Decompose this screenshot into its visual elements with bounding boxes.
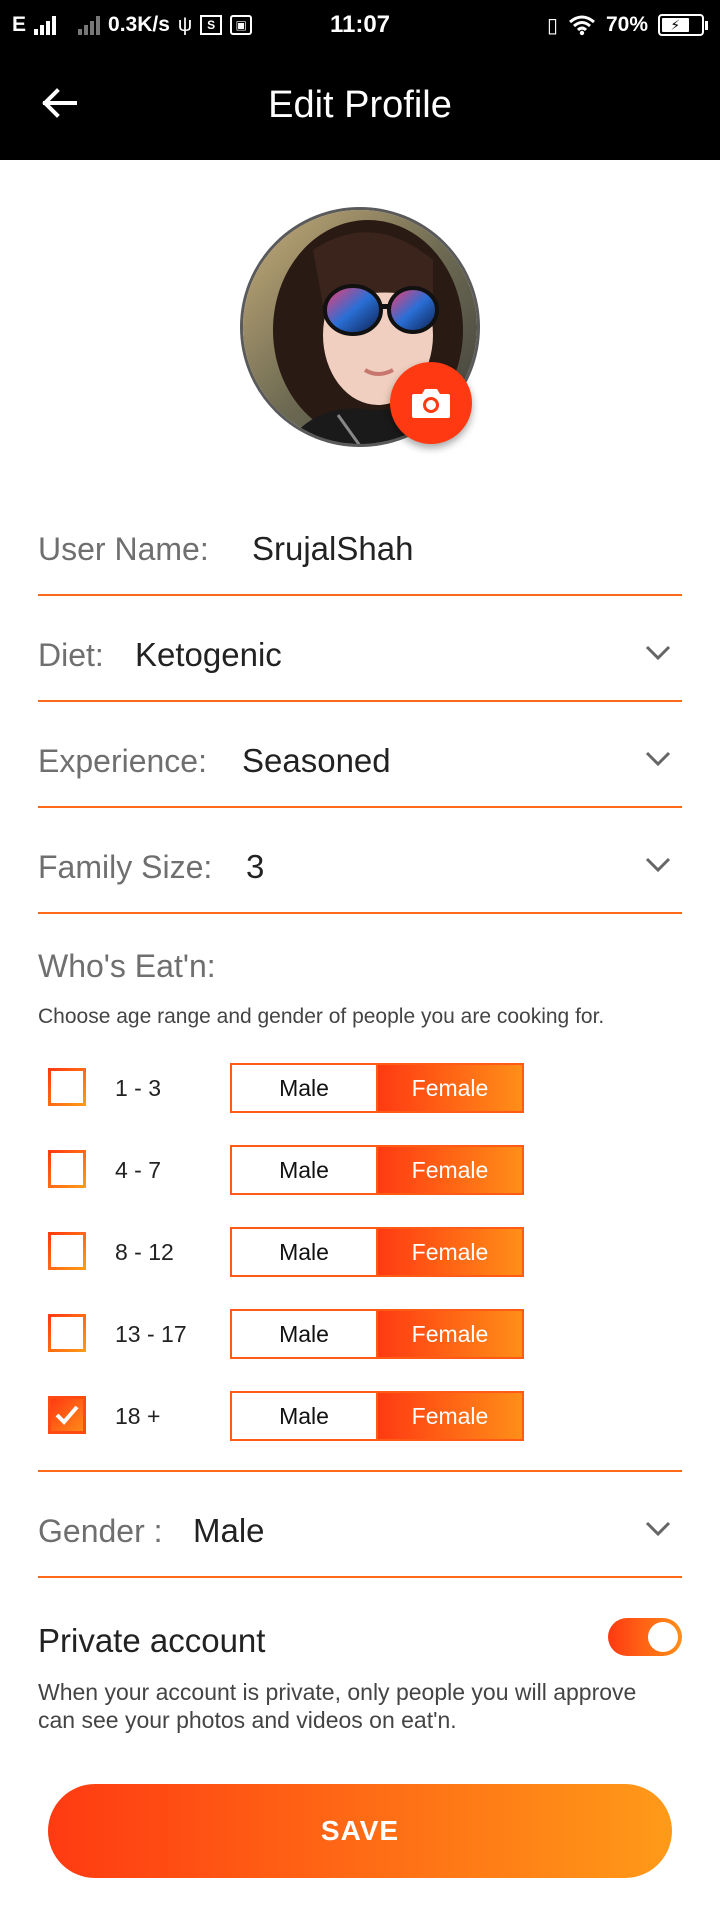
save-button[interactable]: SAVE <box>48 1784 672 1878</box>
age-row-18-plus: 18 + Male Female <box>38 1391 682 1443</box>
sim-icon: S <box>200 15 223 35</box>
age-checkbox[interactable] <box>48 1314 86 1352</box>
chevron-down-icon[interactable] <box>644 644 672 662</box>
usb-icon: ψ <box>177 13 193 36</box>
diet-select[interactable]: Diet: Ketogenic <box>38 596 682 702</box>
age-row-13-17: 13 - 17 Male Female <box>38 1309 682 1361</box>
private-account-toggle[interactable] <box>608 1618 682 1656</box>
page-title: Edit Profile <box>268 84 452 126</box>
female-option[interactable]: Female <box>376 1147 522 1193</box>
username-input[interactable]: SrujalShah <box>252 530 413 568</box>
toggle-knob <box>648 1622 678 1652</box>
female-option[interactable]: Female <box>376 1393 522 1439</box>
diet-label: Diet: <box>38 637 104 673</box>
male-option[interactable]: Male <box>232 1147 376 1193</box>
status-bar: E 0.3K/s ψ S ▣ 11:07 ▯ 70% ⚡ <box>0 0 720 50</box>
family-size-label: Family Size: <box>38 849 213 885</box>
age-checkbox[interactable] <box>48 1068 86 1106</box>
notification-icon: ▣ <box>230 15 253 35</box>
app-bar: Edit Profile <box>0 50 720 160</box>
battery-percent: 70% <box>605 13 648 36</box>
profile-photo-area <box>240 207 480 447</box>
diet-value[interactable]: Ketogenic <box>135 636 282 674</box>
chevron-down-icon[interactable] <box>644 856 672 874</box>
chevron-down-icon[interactable] <box>644 1520 672 1538</box>
age-range-label: 8 - 12 <box>115 1239 174 1265</box>
wifi-icon <box>569 15 595 36</box>
age-row-8-12: 8 - 12 Male Female <box>38 1227 682 1279</box>
chevron-down-icon[interactable] <box>644 750 672 768</box>
age-range-label: 13 - 17 <box>115 1321 187 1347</box>
age-row-1-3: 1 - 3 Male Female <box>38 1063 682 1115</box>
age-range-label: 18 + <box>115 1403 161 1429</box>
whos-eatn-title: Who's Eat'n: <box>38 948 216 984</box>
signal-icon <box>34 15 57 35</box>
male-option[interactable]: Male <box>232 1065 376 1111</box>
female-option[interactable]: Female <box>376 1229 522 1275</box>
username-label: User Name: <box>38 531 209 567</box>
gender-select[interactable]: Gender : Male <box>38 1472 682 1578</box>
gender-value[interactable]: Male <box>193 1512 265 1550</box>
network-speed: 0.3K/s <box>108 13 170 36</box>
private-account-title: Private account <box>38 1622 266 1659</box>
male-option[interactable]: Male <box>232 1229 376 1275</box>
experience-value[interactable]: Seasoned <box>242 742 391 780</box>
gender-toggle: Male Female <box>230 1063 524 1113</box>
experience-label: Experience: <box>38 743 207 779</box>
female-option[interactable]: Female <box>376 1311 522 1357</box>
experience-select[interactable]: Experience: Seasoned <box>38 702 682 808</box>
battery-icon: ⚡ <box>658 14 708 36</box>
age-checkbox[interactable] <box>48 1232 86 1270</box>
male-option[interactable]: Male <box>232 1393 376 1439</box>
username-field[interactable]: User Name: SrujalShah <box>38 490 682 596</box>
age-range-label: 1 - 3 <box>115 1075 162 1101</box>
gender-toggle: Male Female <box>230 1391 524 1441</box>
gender-label: Gender : <box>38 1513 163 1549</box>
gender-toggle: Male Female <box>230 1227 524 1277</box>
network-type: E <box>12 13 27 36</box>
female-option[interactable]: Female <box>376 1065 522 1111</box>
age-row-4-7: 4 - 7 Male Female <box>38 1145 682 1197</box>
male-option[interactable]: Male <box>232 1311 376 1357</box>
checkmark-icon <box>55 1405 79 1425</box>
family-size-value[interactable]: 3 <box>246 848 264 886</box>
family-size-select[interactable]: Family Size: 3 <box>38 808 682 914</box>
whos-eatn-description: Choose age range and gender of people yo… <box>38 1005 605 1028</box>
change-photo-button[interactable] <box>390 362 472 444</box>
camera-icon <box>412 389 450 418</box>
top-bar: E 0.3K/s ψ S ▣ 11:07 ▯ 70% ⚡ Edit Profil… <box>0 0 720 160</box>
signal-icon-secondary <box>78 15 101 35</box>
gender-toggle: Male Female <box>230 1309 524 1359</box>
vibrate-icon: ▯ <box>546 14 558 37</box>
age-checkbox[interactable] <box>48 1150 86 1188</box>
private-account-description: When your account is private, only peopl… <box>38 1679 637 1733</box>
age-range-label: 4 - 7 <box>115 1157 162 1183</box>
gender-toggle: Male Female <box>230 1145 524 1195</box>
age-checkbox-checked[interactable] <box>48 1396 86 1434</box>
